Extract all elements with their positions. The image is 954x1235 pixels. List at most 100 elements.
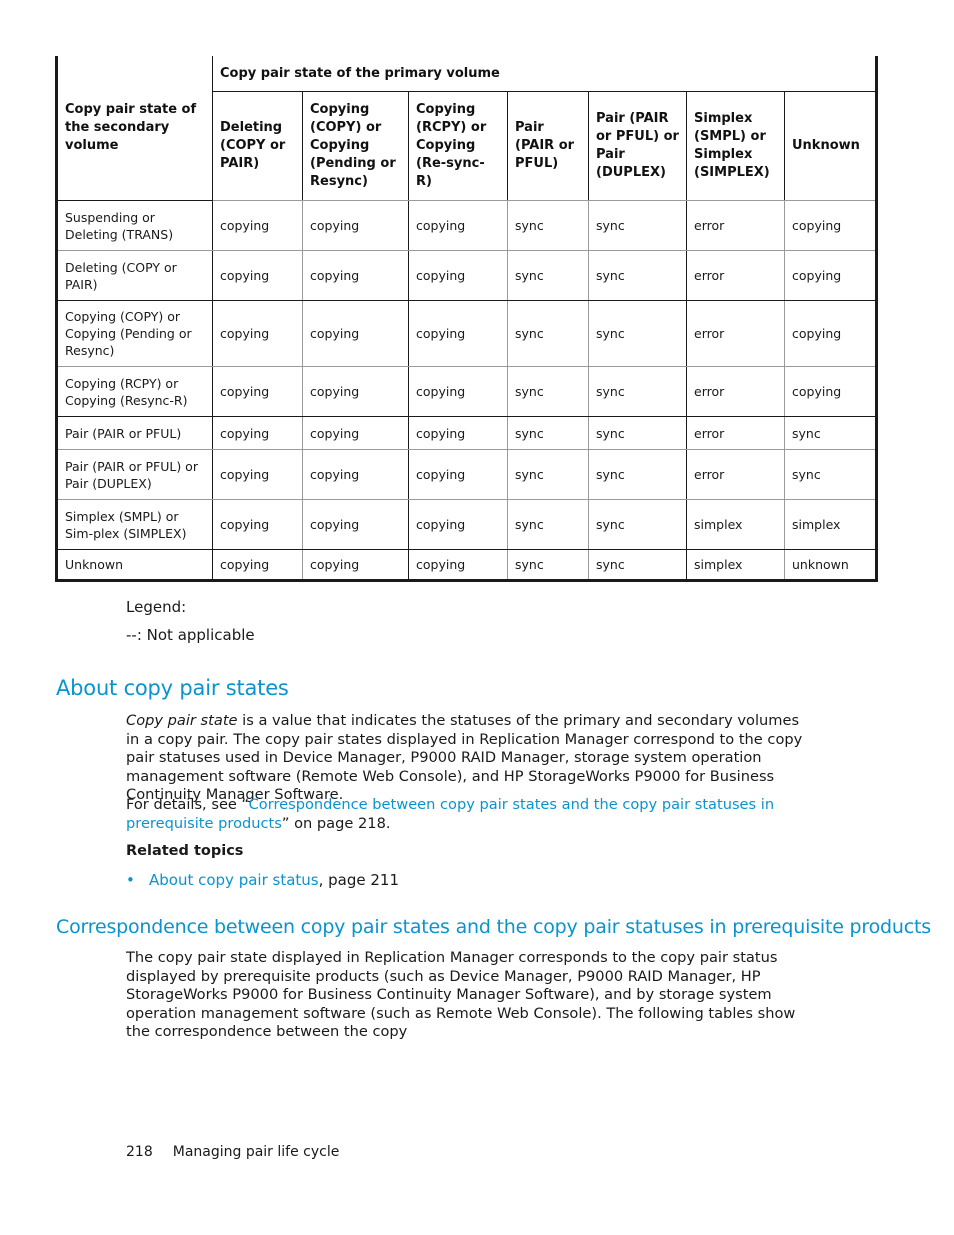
table-cell: sync [783, 416, 879, 450]
copy-pair-state-table: Copy pair state of the secondary volume … [55, 56, 879, 582]
table-cell: simplex [783, 499, 879, 550]
table-cell: copying [783, 300, 879, 367]
table-cell: sync [588, 416, 687, 450]
copy-pair-state-table-container: Copy pair state of the secondary volume … [55, 56, 879, 582]
row-label: Simplex (SMPL) or Sim-plex (SIMPLEX) [55, 499, 213, 550]
page-number: 218 [126, 1144, 153, 1160]
table-cell: sync [507, 499, 589, 550]
term-copy-pair-state: Copy pair state [126, 712, 238, 729]
table-cell: copying [212, 499, 303, 550]
column-header: Simplex (SMPL) or Simplex (SIMPLEX) [686, 91, 785, 201]
column-header: Copying (COPY) or Copying (Pending or Re… [302, 91, 409, 201]
related-topics-title: Related topics [126, 843, 244, 859]
related-topic-item: • About copy pair status, page 211 [126, 871, 399, 889]
table-cell: copying [408, 200, 508, 251]
table-cell: copying [212, 250, 303, 301]
details-paragraph: For details, see “Correspondence between… [126, 796, 816, 833]
table-row: Copying (COPY) or Copying (Pending or Re… [55, 300, 879, 367]
column-header: Pair (PAIR or PFUL) or Pair (DUPLEX) [588, 91, 687, 201]
table-cell: copying [302, 416, 409, 450]
table-row: Deleting (COPY or PAIR) copying copying cop… [55, 250, 879, 301]
table-cell: sync [507, 449, 589, 500]
table-cell: copying [302, 300, 409, 367]
table-cell: error [686, 200, 785, 251]
table-cell: sync [507, 366, 589, 417]
table-cell: sync [507, 250, 589, 301]
table-cell: sync [588, 366, 687, 417]
column-header: Pair (PAIR or PFUL) [507, 91, 589, 201]
table-cell: copying [408, 366, 508, 417]
table-cell: error [686, 300, 785, 367]
section-heading-about-copy-pair-states: About copy pair states [56, 676, 289, 700]
table-row: Pair (PAIR or PFUL) copying copying copying… [55, 416, 879, 450]
row-label: Pair (PAIR or PFUL) [55, 416, 213, 450]
about-copy-pair-status-link[interactable]: About copy pair status [149, 871, 319, 889]
details-suffix: ” on page 218. [281, 814, 391, 832]
bullet-icon: • [126, 871, 135, 889]
column-header: Deleting (COPY or PAIR) [212, 91, 303, 201]
table-cell: copying [212, 300, 303, 367]
table-cell: simplex [686, 499, 785, 550]
table-cell: error [686, 366, 785, 417]
legend-title: Legend: [126, 598, 187, 616]
table-cell: sync [507, 300, 589, 367]
table-row: Pair (PAIR or PFUL) or Pair (DUPLEX) copy… [55, 449, 879, 500]
table-row: Copying (RCPY) or Copying (Resync-R) copy… [55, 366, 879, 417]
table-cell: error [686, 250, 785, 301]
table-cell: sync [588, 300, 687, 367]
table-cell: sync [588, 449, 687, 500]
related-topic-page: , page 211 [318, 871, 400, 889]
details-prefix: For details, see “ [126, 796, 249, 813]
row-label: Suspending or Deleting (TRANS) [55, 200, 213, 251]
table-cell: copying [408, 416, 508, 450]
section-heading-correspondence: Correspondence between copy pair states … [56, 916, 931, 938]
table-cell: simplex [686, 549, 785, 582]
table-cell: copying [408, 449, 508, 500]
table-cell: sync [783, 449, 879, 500]
row-label: Unknown [55, 549, 213, 582]
table-cell: copying [212, 416, 303, 450]
table-cell: copying [212, 549, 303, 582]
table-cell: copying [408, 549, 508, 582]
legend-item: --: Not applicable [126, 626, 255, 644]
table-cell: copying [302, 449, 409, 500]
table-cell: sync [507, 416, 589, 450]
table-cell: copying [408, 300, 508, 367]
table-cell: error [686, 416, 785, 450]
about-paragraph: Copy pair state is a value that indicate… [126, 712, 816, 805]
table-cell: sync [588, 200, 687, 251]
row-label: Copying (RCPY) or Copying (Resync-R) [55, 366, 213, 417]
primary-volume-header: Copy pair state of the primary volume [211, 56, 879, 92]
table-cell: sync [588, 250, 687, 301]
table-cell: copying [212, 366, 303, 417]
table-cell: copying [212, 200, 303, 251]
table-cell: sync [507, 549, 589, 582]
table-cell: copying [212, 449, 303, 500]
table-cell: copying [302, 200, 409, 251]
table-cell: sync [588, 499, 687, 550]
table-cell: copying [783, 250, 879, 301]
table-cell: copying [302, 366, 409, 417]
table-cell: copying [302, 549, 409, 582]
table-cell: sync [588, 549, 687, 582]
table-row: Simplex (SMPL) or Sim-plex (SIMPLEX) copy… [55, 499, 879, 550]
page-footer: 218 Managing pair life cycle [126, 1144, 339, 1160]
row-label: Copying (COPY) or Copying (Pending or Re… [55, 300, 213, 367]
table-cell: copying [408, 250, 508, 301]
chapter-title: Managing pair life cycle [172, 1144, 340, 1160]
table-cell: error [686, 449, 785, 500]
table-cell: copying [783, 366, 879, 417]
table-cell: copying [302, 499, 409, 550]
correspondence-paragraph: The copy pair state displayed in Replica… [126, 949, 796, 1041]
column-header: Unknown [783, 91, 879, 201]
row-label: Pair (PAIR or PFUL) or Pair (DUPLEX) [55, 449, 213, 500]
secondary-volume-header: Copy pair state of the secondary volume [55, 56, 213, 201]
row-label: Deleting (COPY or PAIR) [55, 250, 213, 301]
table-row: Suspending or Deleting (TRANS) copying cop… [55, 200, 879, 251]
column-header: Copying (RCPY) or Copying (Re-sync-R) [408, 91, 508, 201]
table-cell: copying [783, 200, 879, 251]
table-cell: copying [302, 250, 409, 301]
table-cell: copying [408, 499, 508, 550]
table-cell: unknown [783, 549, 879, 582]
table-row: Unknown copying copying copying sync sync simp… [55, 549, 879, 582]
